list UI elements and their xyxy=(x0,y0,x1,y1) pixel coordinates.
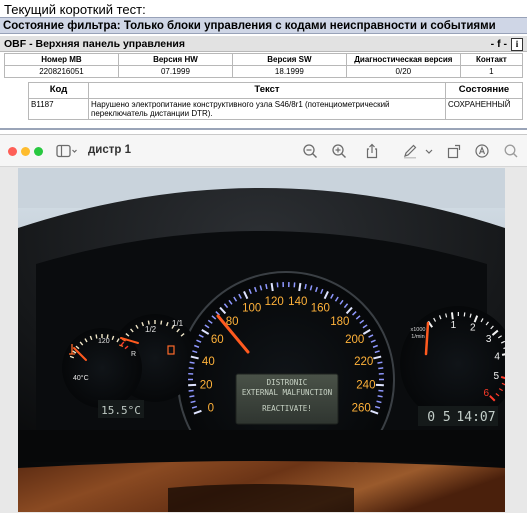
contact-value: 1 xyxy=(460,66,522,78)
document-title: дистр 1 xyxy=(88,144,131,156)
speed-minor-tick xyxy=(266,284,267,289)
rpm-label: 1 xyxy=(451,320,457,331)
rpm-label: 6 xyxy=(484,388,490,399)
speed-label: 20 xyxy=(200,379,213,391)
fault-code: B1187 xyxy=(29,99,89,120)
speed-label: 40 xyxy=(202,356,215,368)
display-line-1: DISTRONIC xyxy=(267,378,308,387)
hw-version-value: 07.1999 xyxy=(118,66,232,78)
rpm-label: 5 xyxy=(494,371,500,382)
clock-time: 14:07 xyxy=(456,410,495,425)
temp-tick xyxy=(96,335,97,339)
speed-minor-tick xyxy=(190,362,195,363)
module-controls: - f - i xyxy=(491,36,523,52)
markup-circle-icon[interactable] xyxy=(474,143,490,159)
speed-minor-tick xyxy=(378,368,383,369)
speed-major-tick xyxy=(299,283,300,291)
col-header-diag-version: Диагностическая версия xyxy=(346,54,460,66)
speed-label: 200 xyxy=(345,334,364,346)
speed-label: 240 xyxy=(356,379,375,391)
zoom-in-icon[interactable] xyxy=(331,143,347,159)
col-header-hw-version: Версия HW xyxy=(118,54,232,66)
zoom-out-icon[interactable] xyxy=(302,143,318,159)
diag-version-value: 0/20 xyxy=(346,66,460,78)
col-header-sw-version: Версия SW xyxy=(232,54,346,66)
rpm-label: 4 xyxy=(494,351,500,362)
speed-label: 140 xyxy=(288,296,307,308)
module-flag: - f - xyxy=(491,36,507,52)
zoom-window-button[interactable] xyxy=(34,147,43,156)
speed-minor-tick xyxy=(305,284,306,289)
rotate-icon[interactable] xyxy=(446,143,462,159)
minimize-window-button[interactable] xyxy=(21,147,30,156)
rpm-unit-top: x1000 xyxy=(411,327,426,333)
speed-label: 60 xyxy=(211,334,224,346)
col-header-status: Состояние xyxy=(446,83,523,99)
speed-minor-tick xyxy=(189,368,194,369)
ecu-info-table: Номер MB Версия HW Версия SW Диагностиче… xyxy=(4,53,523,78)
module-header: OBF - Верхняя панель управления - f - i xyxy=(0,36,527,52)
search-icon[interactable] xyxy=(503,143,519,159)
close-window-button[interactable] xyxy=(8,147,17,156)
fault-status: СОХРАНЕННЫЙ xyxy=(446,99,523,120)
rpm-tick xyxy=(464,312,465,316)
window-toolbar: дистр 1 xyxy=(0,135,527,167)
speed-label: 220 xyxy=(354,356,373,368)
display-line-2: EXTERNAL MALFUNCTION xyxy=(242,388,332,397)
col-header-contact: Контакт xyxy=(460,54,522,66)
fault-text: Нарушено электропитание конструктивного … xyxy=(89,99,446,120)
clock-day: 0 5 xyxy=(427,410,450,425)
speed-minor-tick xyxy=(377,362,382,363)
speed-label: 120 xyxy=(265,296,284,308)
module-name: OBF - Верхняя панель управления xyxy=(4,38,185,50)
fuel-tick xyxy=(161,321,162,325)
outside-temp-value: 15.5°C xyxy=(101,404,141,417)
col-header-text: Текст xyxy=(89,83,446,99)
fault-table: Код Текст Состояние B1187 Нарушено элект… xyxy=(28,82,523,120)
speed-minor-tick xyxy=(189,396,194,397)
sw-version-value: 18.1999 xyxy=(232,66,346,78)
dashboard-photo: 020406080100120140160180200220240260 123… xyxy=(18,168,505,512)
rpm-tick xyxy=(452,312,453,319)
speed-minor-tick xyxy=(378,390,383,391)
col-header-mb-number: Номер MB xyxy=(5,54,119,66)
speed-label: 160 xyxy=(311,303,330,315)
speed-minor-tick xyxy=(378,396,383,397)
cluster-lower-strip xyxy=(18,430,505,462)
report-title: Текущий короткий тест: xyxy=(4,2,146,17)
speed-label: 0 xyxy=(208,402,214,414)
sidebar-icon[interactable] xyxy=(56,143,78,159)
speed-label: 100 xyxy=(242,303,261,315)
info-icon[interactable]: i xyxy=(511,38,523,51)
speed-major-tick xyxy=(272,283,273,291)
table-row: B1187 Нарушено электропитание конструкти… xyxy=(29,99,523,120)
fuel-label-reserve: R xyxy=(131,351,136,358)
chevron-down-icon[interactable] xyxy=(424,143,434,159)
rpm-unit-bottom: 1/min xyxy=(411,334,424,340)
mb-number-value: 2208216051 xyxy=(5,66,119,78)
speed-label: 260 xyxy=(352,402,371,414)
temp-label-120: 120 xyxy=(98,338,110,345)
divider xyxy=(0,128,527,130)
fuel-label-full: 1/1 xyxy=(172,319,184,328)
rpm-label: 2 xyxy=(470,322,476,333)
speed-label: 180 xyxy=(330,316,349,328)
markup-pen-icon[interactable] xyxy=(402,143,418,159)
rpm-label: 3 xyxy=(486,334,492,345)
filter-status-bar: Состояние фильтра: Только блоки управлен… xyxy=(0,17,527,34)
diagnostic-report: Текущий короткий тест: Состояние фильтра… xyxy=(0,0,527,134)
temp-label-40: 40°C xyxy=(73,374,89,382)
fuel-tick xyxy=(148,321,149,325)
col-header-code: Код xyxy=(29,83,89,99)
steering-wheel-hub xyxy=(168,484,354,512)
share-icon[interactable] xyxy=(364,143,380,159)
speed-minor-tick xyxy=(189,390,194,391)
display-line-3: REACTIVATE! xyxy=(262,404,312,413)
fuel-label-half: 1/2 xyxy=(145,325,157,334)
